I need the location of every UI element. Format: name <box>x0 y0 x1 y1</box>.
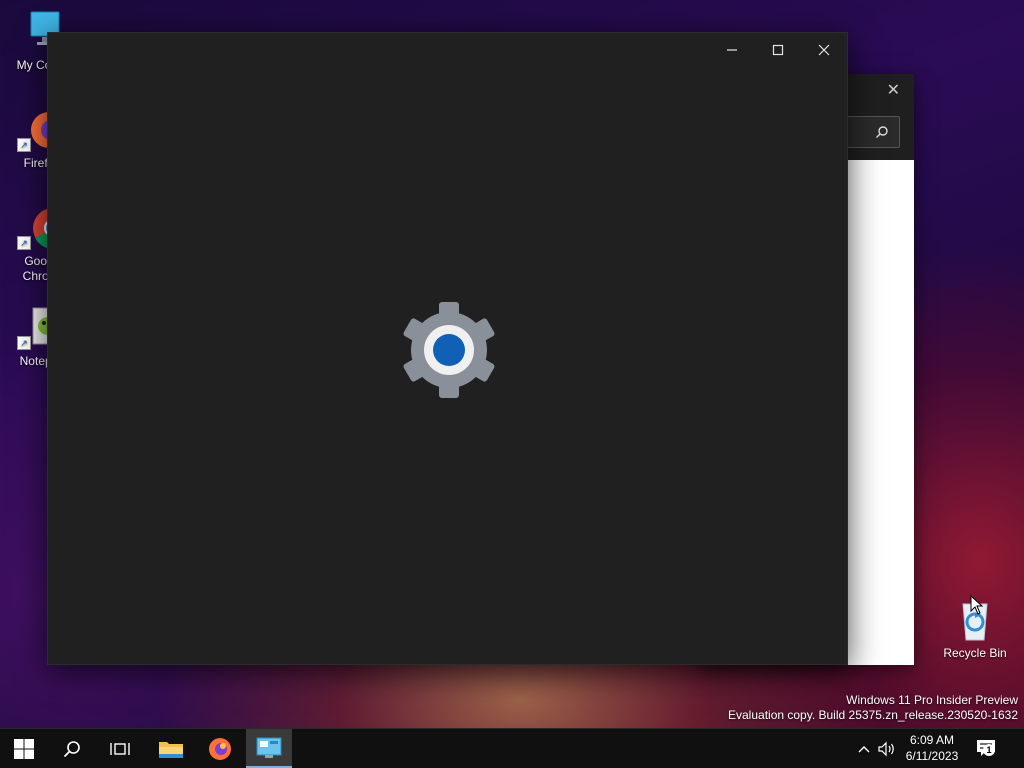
minimize-icon <box>727 49 737 51</box>
search-button[interactable] <box>49 729 95 768</box>
taskbar: 6:09 AM 6/11/2023 1 <box>0 728 1024 768</box>
search-icon <box>63 740 80 757</box>
shortcut-arrow-icon: ↗ <box>17 236 31 250</box>
desktop-icon-label: Recycle Bin <box>943 646 1007 660</box>
speaker-icon <box>878 741 894 756</box>
notification-center-button[interactable]: 1 <box>972 729 1002 768</box>
taskbar-file-explorer[interactable] <box>148 729 194 768</box>
show-hidden-icons-button[interactable] <box>853 729 875 768</box>
mouse-cursor-icon <box>970 595 984 615</box>
folder-icon <box>159 741 183 758</box>
search-icon <box>876 126 888 138</box>
clock-time: 6:09 AM <box>909 733 955 747</box>
close-icon[interactable]: ✕ <box>887 80 900 100</box>
start-button[interactable] <box>1 729 47 768</box>
volume-button[interactable] <box>876 729 898 768</box>
shortcut-arrow-icon: ↗ <box>17 138 31 152</box>
clock-date: 6/11/2023 <box>905 749 959 763</box>
watermark-build: Evaluation copy. Build 25375.zn_release.… <box>728 708 1018 722</box>
windows-watermark: Windows 11 Pro Insider Preview Evaluatio… <box>728 693 1018 723</box>
explorer-content-area[interactable] <box>840 160 914 665</box>
windows-logo-icon <box>14 738 34 759</box>
control-panel-icon <box>256 737 282 758</box>
chevron-up-icon <box>858 745 870 752</box>
watermark-edition: Windows 11 Pro Insider Preview <box>846 693 1018 707</box>
close-icon <box>818 44 830 56</box>
taskbar-clock[interactable]: 6:09 AM 6/11/2023 <box>896 732 968 764</box>
task-view-icon <box>110 742 130 755</box>
firefox-icon <box>209 737 231 760</box>
search-box[interactable] <box>840 116 900 148</box>
taskbar-firefox[interactable] <box>197 729 243 768</box>
task-view-button[interactable] <box>97 729 143 768</box>
taskbar-control-panel[interactable] <box>246 729 292 768</box>
close-button[interactable] <box>801 33 847 67</box>
settings-window[interactable] <box>47 32 848 665</box>
shortcut-arrow-icon: ↗ <box>17 336 31 350</box>
maximize-icon <box>772 44 784 56</box>
gear-icon <box>399 300 499 400</box>
minimize-button[interactable] <box>709 33 755 67</box>
notification-count-badge: 1 <box>983 743 995 756</box>
maximize-button[interactable] <box>755 33 801 67</box>
